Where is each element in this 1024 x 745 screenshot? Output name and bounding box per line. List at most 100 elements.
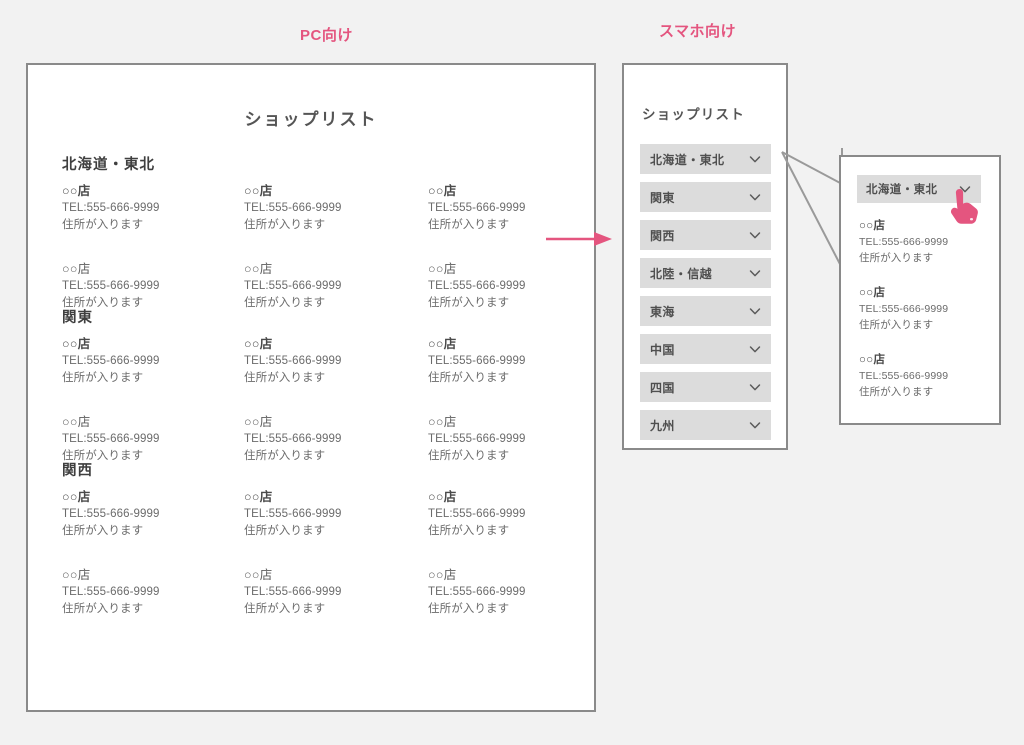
shop-telephone: TEL:555-666-9999 [859,370,949,382]
shop-entry: ○○店 TEL:555-666-9999 住所が入ります [428,180,568,232]
shop-address: 住所が入ります [859,319,934,331]
popup-shop-list: ○○店 TEL:555-666-9999 住所が入ります ○○店 TEL:555-666… [859,217,987,418]
shop-entry: ○○店 TEL:555-666-9999 住所が入ります [244,411,428,463]
pc-shop-column: ○○店 TEL:555-666-9999 住所が入ります ○○店 TEL:555-666… [428,333,568,465]
shop-telephone: TEL:555-666-9999 [62,586,160,598]
chevron-down-icon[interactable] [748,304,762,318]
chevron-down-icon[interactable] [748,190,762,204]
shop-entry: ○○店 TEL:555-666-9999 住所が入ります [62,564,244,616]
shop-telephone: TEL:555-666-9999 [428,355,526,367]
shop-entry: ○○店 TEL:555-666-9999 住所が入ります [859,284,987,332]
shop-telephone: TEL:555-666-9999 [62,508,160,520]
pc-shop-column: ○○店 TEL:555-666-9999 住所が入ります ○○店 TEL:555-666… [62,180,244,312]
pc-shop-column: ○○店 TEL:555-666-9999 住所が入ります ○○店 TEL:555-666… [62,486,244,618]
pc-shop-column: ○○店 TEL:555-666-9999 住所が入ります ○○店 TEL:555-666… [244,180,428,312]
shop-name: ○○店 [244,337,273,351]
shop-telephone: TEL:555-666-9999 [428,433,526,445]
smartphone-layout-panel: ショップリスト 北海道・東北 関東 関西 北陸・信越 東海 中国 四国 九州 [622,63,788,450]
pc-shop-column: ○○店 TEL:555-666-9999 住所が入ります ○○店 TEL:555-666… [244,486,428,618]
sp-accordion-item-2[interactable]: 関東 [640,182,771,212]
sp-accordion-item-1[interactable]: 北海道・東北 [640,144,771,174]
right-arrow-icon [546,232,612,246]
chevron-down-icon[interactable] [748,266,762,280]
shop-telephone: TEL:555-666-9999 [62,433,160,445]
shop-entry: ○○店 TEL:555-666-9999 住所が入ります [428,411,568,463]
shop-name: ○○店 [244,262,273,276]
sp-accordion-label: 北陸・信越 [650,266,713,281]
shop-telephone: TEL:555-666-9999 [859,236,949,248]
shop-entry: ○○店 TEL:555-666-9999 住所が入ります [244,258,428,310]
shop-entry: ○○店 TEL:555-666-9999 住所が入ります [244,486,428,538]
shop-address: 住所が入ります [244,219,326,231]
shop-telephone: TEL:555-666-9999 [244,355,342,367]
shop-address: 住所が入ります [244,372,326,384]
popup-accordion-label: 北海道・東北 [866,184,938,196]
shop-telephone: TEL:555-666-9999 [244,586,342,598]
sp-accordion-item-6[interactable]: 中国 [640,334,771,364]
shop-telephone: TEL:555-666-9999 [428,280,526,292]
chevron-down-icon[interactable] [748,342,762,356]
pc-region-title: 関東 [62,310,93,326]
pc-layout-panel: ショップリスト 北海道・東北 ○○店 TEL:555-666-9999 住所が入ります… [26,63,596,712]
shop-entry: ○○店 TEL:555-666-9999 住所が入ります [428,258,568,310]
shop-entry: ○○店 TEL:555-666-9999 住所が入ります [62,180,244,232]
pc-shop-column: ○○店 TEL:555-666-9999 住所が入ります ○○店 TEL:555-666… [244,333,428,465]
chevron-down-icon[interactable] [748,152,762,166]
shop-telephone: TEL:555-666-9999 [428,508,526,520]
shop-telephone: TEL:555-666-9999 [244,280,342,292]
shop-telephone: TEL:555-666-9999 [859,303,949,315]
pc-region-title: 北海道・東北 [62,157,155,173]
shop-entry: ○○店 TEL:555-666-9999 住所が入ります [859,351,987,399]
shop-entry: ○○店 TEL:555-666-9999 住所が入ります [62,486,244,538]
pointing-hand-icon [950,189,978,224]
diagram-canvas: PC向け スマホ向け ショップリスト 北海道・東北 ○○店 TEL:555-666-… [0,0,1024,745]
sp-accordion-item-8[interactable]: 九州 [640,410,771,440]
shop-name: ○○店 [244,568,273,582]
pc-shop-grid: ○○店 TEL:555-666-9999 住所が入ります ○○店 TEL:555-666… [62,333,568,465]
shop-entry: ○○店 TEL:555-666-9999 住所が入ります [244,333,428,385]
shop-entry: ○○店 TEL:555-666-9999 住所が入ります [62,258,244,310]
shop-name: ○○店 [428,262,457,276]
shop-entry: ○○店 TEL:555-666-9999 住所が入ります [428,333,568,385]
shop-name: ○○店 [428,184,457,198]
shop-name: ○○店 [428,337,457,351]
shop-name: ○○店 [859,287,886,299]
shop-name: ○○店 [62,184,91,198]
shop-entry: ○○店 TEL:555-666-9999 住所が入ります [428,564,568,616]
shop-address: 住所が入ります [428,525,510,537]
shop-entry: ○○店 TEL:555-666-9999 住所が入ります [62,333,244,385]
shop-address: 住所が入ります [62,372,144,384]
shop-address: 住所が入ります [244,525,326,537]
sp-accordion-item-5[interactable]: 東海 [640,296,771,326]
shop-telephone: TEL:555-666-9999 [428,586,526,598]
pc-shop-column: ○○店 TEL:555-666-9999 住所が入ります ○○店 TEL:555-666… [62,333,244,465]
chevron-down-icon[interactable] [748,418,762,432]
shop-address: 住所が入ります [62,525,144,537]
shop-telephone: TEL:555-666-9999 [244,433,342,445]
shop-telephone: TEL:555-666-9999 [244,508,342,520]
shop-telephone: TEL:555-666-9999 [62,280,160,292]
shop-address: 住所が入ります [428,603,510,615]
sp-accordion-item-3[interactable]: 関西 [640,220,771,250]
shop-entry: ○○店 TEL:555-666-9999 住所が入ります [428,486,568,538]
shop-telephone: TEL:555-666-9999 [62,355,160,367]
sp-accordion-label: 東海 [650,304,675,319]
sp-accordion-label: 北海道・東北 [650,152,725,167]
shop-name: ○○店 [244,490,273,504]
shop-address: 住所が入ります [428,372,510,384]
shop-entry: ○○店 TEL:555-666-9999 住所が入ります [244,180,428,232]
chevron-down-icon[interactable] [748,380,762,394]
pc-region-group: 北海道・東北 ○○店 TEL:555-666-9999 住所が入ります ○○店 TEL:5… [62,153,568,312]
sp-accordion-list: 北海道・東北 関東関西北陸・信越東海中国四国九州 [640,144,771,448]
chevron-down-icon[interactable] [748,228,762,242]
sp-accordion-label: 四国 [650,380,675,395]
shop-name: ○○店 [428,490,457,504]
sp-accordion-item-7[interactable]: 四国 [640,372,771,402]
sp-accordion-item-4[interactable]: 北陸・信越 [640,258,771,288]
shop-entry: ○○店 TEL:555-666-9999 住所が入ります [62,411,244,463]
shop-name: ○○店 [62,337,91,351]
sp-accordion-label: 関東 [650,190,675,205]
shop-name: ○○店 [244,415,273,429]
sp-accordion-label: 関西 [650,228,675,243]
shop-address: 住所が入ります [244,603,326,615]
